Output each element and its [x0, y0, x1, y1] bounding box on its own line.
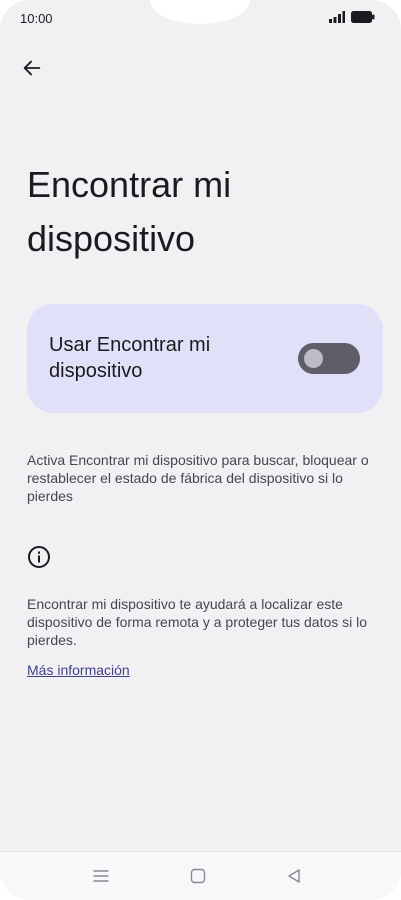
- status-bar: 10:00: [0, 0, 401, 36]
- more-info-link[interactable]: Más información: [27, 661, 130, 679]
- page-title: Encontrar mi dispositivo: [27, 164, 232, 259]
- signal-icon: [329, 11, 345, 23]
- menu-icon: [93, 870, 109, 882]
- back-nav-button[interactable]: [284, 866, 304, 886]
- status-time: 10:00: [20, 11, 53, 26]
- toggle-label: Usar Encontrar mi dispositivo: [49, 334, 211, 382]
- screen: 10:00 Encontrar mi dispositivo Usar Enco…: [0, 0, 401, 900]
- back-button[interactable]: [16, 52, 48, 84]
- info-icon: [28, 546, 50, 568]
- battery-icon: [351, 11, 375, 23]
- home-square-icon: [190, 868, 206, 884]
- menu-nav-button[interactable]: [91, 866, 111, 886]
- find-my-device-toggle-card[interactable]: Usar Encontrar mi dispositivo: [27, 304, 383, 413]
- home-nav-button[interactable]: [188, 866, 208, 886]
- feature-description: Activa Encontrar mi dispositivo para bus…: [27, 452, 369, 504]
- navigation-bar: [0, 851, 401, 900]
- arrow-left-icon: [23, 60, 41, 76]
- status-icons: [329, 11, 375, 23]
- switch-thumb: [304, 349, 323, 368]
- back-triangle-icon: [288, 869, 300, 883]
- info-text: Encontrar mi dispositivo te ayudará a lo…: [27, 596, 368, 648]
- find-my-device-switch[interactable]: [298, 343, 360, 374]
